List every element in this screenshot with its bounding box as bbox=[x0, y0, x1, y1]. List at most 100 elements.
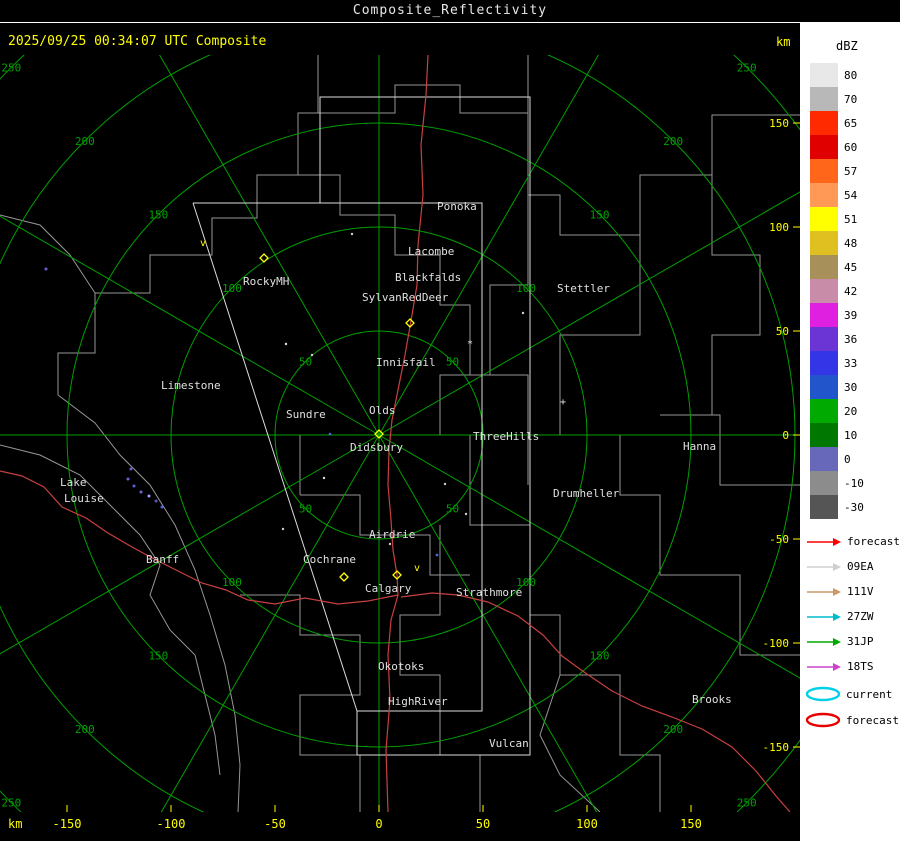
dbz-value-label: 42 bbox=[844, 284, 858, 298]
range-ring-label: 200 bbox=[75, 135, 95, 148]
vector-arrow-icon bbox=[807, 537, 841, 546]
radar-map-canvas[interactable]: 50 50 50 50 100 100 100 100 150 150 150 150 200 200 20… bbox=[0, 55, 800, 812]
dbz-scale-row: 80 bbox=[800, 63, 900, 87]
dbz-value-label: 51 bbox=[844, 212, 858, 226]
dbz-scale-row: 10 bbox=[800, 423, 900, 447]
radial-line bbox=[159, 55, 380, 436]
range-ring-label: 150 bbox=[590, 208, 610, 221]
dbz-color-swatch bbox=[810, 423, 838, 447]
city-label: Didsbury bbox=[350, 441, 403, 454]
dbz-value-label: 57 bbox=[844, 164, 858, 178]
dbz-color-swatch bbox=[810, 303, 838, 327]
axis-label-bottom: -100 bbox=[156, 817, 186, 831]
city-label: Sylvan bbox=[362, 291, 402, 304]
map-glyph: v bbox=[200, 238, 206, 249]
city-label: Drumheller bbox=[553, 487, 620, 500]
radar-app: Composite_Reflectivity 2025/09/25 00:34:… bbox=[0, 0, 900, 841]
dbz-color-swatch bbox=[810, 183, 838, 207]
radar-site-marker bbox=[259, 253, 269, 263]
vector-legend-row: 27ZW bbox=[800, 604, 900, 629]
storm-ellipse-icon bbox=[805, 686, 841, 702]
axis-label-right: 50 bbox=[776, 325, 789, 338]
radial-line bbox=[378, 434, 800, 679]
dbz-color-swatch bbox=[810, 327, 838, 351]
precip-echo bbox=[322, 476, 326, 480]
axis-label-right: -100 bbox=[763, 637, 790, 650]
city-label: Strathmore bbox=[456, 586, 522, 599]
dbz-scale-row: 70 bbox=[800, 87, 900, 111]
axis-label-bottom: 50 bbox=[475, 817, 491, 831]
vector-legend-row: forecast bbox=[800, 529, 900, 554]
dbz-value-label: -30 bbox=[844, 500, 864, 514]
map-glyph: * bbox=[467, 339, 473, 350]
axis-label-bottom: -150 bbox=[52, 817, 82, 831]
dbz-scale-row: 33 bbox=[800, 351, 900, 375]
precip-echo bbox=[129, 467, 133, 471]
dbz-scale-row: 51 bbox=[800, 207, 900, 231]
dbz-color-swatch bbox=[810, 255, 838, 279]
map-glyph: v bbox=[414, 563, 420, 574]
dbz-color-swatch bbox=[810, 207, 838, 231]
county-boundary bbox=[318, 84, 528, 114]
radar-map[interactable]: 50 50 50 50 100 100 100 100 150 150 150 150 200 200 20… bbox=[0, 55, 800, 812]
axis-unit-bottom: km bbox=[8, 817, 23, 831]
dbz-value-label: 80 bbox=[844, 68, 858, 82]
arrow-head bbox=[833, 562, 841, 571]
city-label: Limestone bbox=[161, 379, 221, 392]
dbz-value-label: 30 bbox=[844, 380, 858, 394]
dbz-scale-row: 57 bbox=[800, 159, 900, 183]
vector-arrow-icon bbox=[807, 587, 841, 596]
precip-echo bbox=[281, 527, 285, 531]
county-boundary bbox=[260, 434, 301, 495]
axis-unit-top: km bbox=[776, 35, 791, 49]
storm-ellipse bbox=[805, 712, 841, 728]
window-title: Composite_Reflectivity bbox=[0, 0, 900, 23]
county-boundary bbox=[660, 414, 800, 486]
shape-legend-label: current bbox=[846, 687, 893, 701]
city-label: Airdrie bbox=[369, 528, 415, 541]
dbz-scale-row: -30 bbox=[800, 495, 900, 519]
arrow-head bbox=[833, 587, 841, 596]
vector-arrow-icon bbox=[807, 612, 841, 621]
dbz-color-swatch bbox=[810, 351, 838, 375]
range-ring-label: 200 bbox=[663, 135, 683, 148]
precip-echo bbox=[443, 482, 447, 486]
range-ring-label: 150 bbox=[590, 650, 610, 663]
axis-label-bottom: -50 bbox=[264, 817, 286, 831]
highway-line bbox=[0, 470, 399, 605]
bottom-axis-bar: km -150 -100 -50 0 50 100 150 bbox=[0, 812, 800, 841]
range-ring-label: 50 bbox=[446, 503, 459, 516]
axis-label-right: -150 bbox=[763, 741, 790, 754]
dbz-color-scale: 80 70 65 60 57 54 51 48 45 42 39 36 33 30 20 10 0 -10 -30 bbox=[800, 63, 900, 519]
legend-sidebar: dBZ 80 70 65 60 57 54 51 48 45 42 39 36 33 30 20 10 0 -10… bbox=[800, 23, 900, 841]
dbz-scale-row: 60 bbox=[800, 135, 900, 159]
range-ring-label: 50 bbox=[299, 355, 312, 368]
arrow-head bbox=[833, 637, 841, 646]
window-title-text: Composite_Reflectivity bbox=[352, 3, 548, 18]
precip-echo bbox=[350, 232, 354, 236]
vector-legend-label: 27ZW bbox=[847, 610, 874, 623]
range-ring-label: 250 bbox=[1, 797, 21, 810]
shape-legend-row: forecast bbox=[800, 707, 900, 733]
axis-label-right: 0 bbox=[782, 429, 789, 442]
city-label: Vulcan bbox=[489, 737, 529, 750]
storm-shape-legend: current forecast bbox=[800, 681, 900, 733]
shape-legend-row: current bbox=[800, 681, 900, 707]
vector-arrow-icon bbox=[807, 562, 841, 571]
timestamp: 2025/09/25 00:34:07 UTC Composite bbox=[8, 34, 267, 49]
vector-legend-label: 18TS bbox=[847, 660, 874, 673]
dbz-scale-row: 42 bbox=[800, 279, 900, 303]
vector-legend-label: 09EA bbox=[847, 560, 874, 573]
range-ring-label: 200 bbox=[75, 723, 95, 736]
county-boundary bbox=[0, 444, 221, 776]
precip-echo bbox=[328, 432, 332, 436]
axis-label-right: 150 bbox=[769, 117, 789, 130]
county-boundary bbox=[57, 55, 319, 395]
city-label: Stettler bbox=[557, 282, 610, 295]
city-label: Olds bbox=[369, 404, 396, 417]
range-ring-label: 100 bbox=[516, 282, 536, 295]
range-ring-label: 200 bbox=[663, 723, 683, 736]
dbz-value-label: 20 bbox=[844, 404, 858, 418]
dbz-color-swatch bbox=[810, 135, 838, 159]
dbz-color-swatch bbox=[810, 111, 838, 135]
